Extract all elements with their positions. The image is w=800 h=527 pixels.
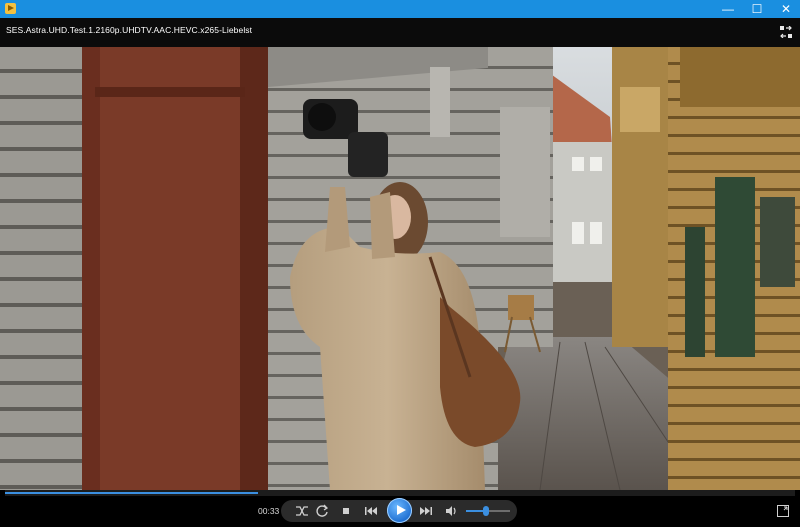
previous-icon[interactable] (361, 501, 381, 521)
repeat-icon[interactable] (312, 501, 332, 521)
maximize-button[interactable]: ☐ (741, 0, 773, 18)
window-titlebar: — ☐ ✕ (0, 0, 800, 18)
minimize-button[interactable]: — (712, 0, 744, 18)
file-title: SES.Astra.UHD.Test.1.2160p.UHDTV.AAC.HEV… (6, 25, 253, 35)
compact-layout-icon[interactable] (780, 26, 792, 38)
volume-slider[interactable] (466, 506, 510, 516)
video-display[interactable] (0, 47, 800, 490)
play-button[interactable] (387, 498, 412, 523)
elapsed-time: 00:33 (258, 506, 280, 516)
shuffle-icon[interactable] (292, 501, 312, 521)
fullscreen-icon[interactable] (777, 505, 789, 517)
speaker-icon[interactable] (441, 501, 461, 521)
stop-icon[interactable] (336, 501, 356, 521)
video-frame (0, 47, 800, 490)
next-icon[interactable] (416, 501, 436, 521)
volume-knob[interactable] (482, 506, 489, 516)
file-info-bar: SES.Astra.UHD.Test.1.2160p.UHDTV.AAC.HEV… (0, 18, 800, 47)
playback-controls: 00:33 (0, 496, 800, 527)
close-button[interactable]: ✕ (770, 0, 800, 18)
seek-progress (5, 492, 258, 494)
media-player-app-icon (5, 3, 16, 14)
